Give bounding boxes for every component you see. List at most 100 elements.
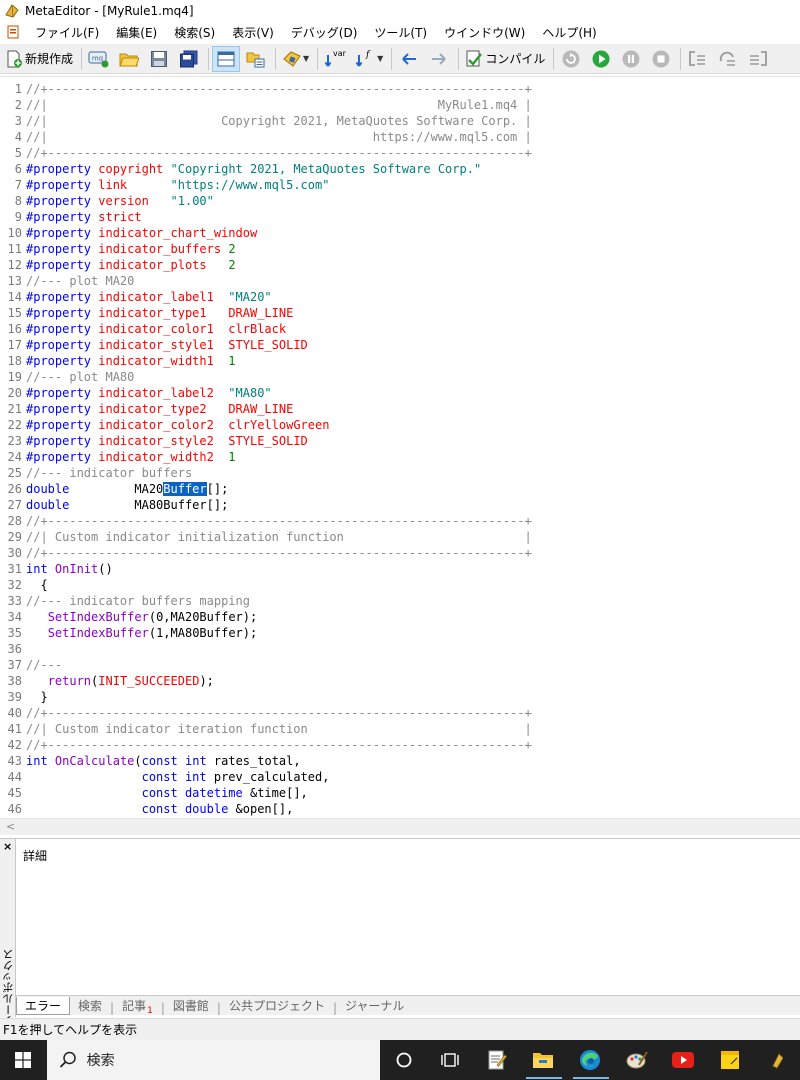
code-line[interactable]: 21 #property indicator_type2 DRAW_LINE xyxy=(0,401,532,417)
code-line[interactable]: 44 const int prev_calculated, xyxy=(0,769,532,785)
start-button[interactable] xyxy=(0,1040,47,1080)
code-line[interactable]: 19 //--- plot MA80 xyxy=(0,369,532,385)
taskbar-app-sticky-notes[interactable] xyxy=(707,1040,754,1080)
tab-articles[interactable]: 記事1 xyxy=(114,997,161,1016)
code-line[interactable]: 36 xyxy=(0,641,532,657)
save-all-button[interactable] xyxy=(175,46,203,72)
code-line[interactable]: 14 #property indicator_label1 "MA20" xyxy=(0,289,532,305)
code-line[interactable]: 13 //--- plot MA20 xyxy=(0,273,532,289)
code-line[interactable]: 33 //--- indicator buffers mapping xyxy=(0,593,532,609)
code-line[interactable]: 23 #property indicator_style2 STYLE_SOLID xyxy=(0,433,532,449)
code-line[interactable]: 37 //--- xyxy=(0,657,532,673)
back-button[interactable] xyxy=(395,46,423,72)
code-line[interactable]: 32 { xyxy=(0,577,532,593)
code-line[interactable]: 3 //| Copyright 2021, MetaQuotes Software… xyxy=(0,113,532,129)
taskbar-app-metaeditor[interactable] xyxy=(474,1040,521,1080)
menu-window[interactable]: ウインドウ(W) xyxy=(435,24,533,41)
code-line[interactable]: 6 #property copyright "Copyright 2021, Me… xyxy=(0,161,532,177)
save-button[interactable] xyxy=(145,46,173,72)
insert-function-button[interactable]: f ▼ xyxy=(351,46,386,72)
code-line[interactable]: 45 const datetime &time[], xyxy=(0,785,532,801)
code-token: MA20 xyxy=(69,482,164,496)
code-token: const double xyxy=(141,802,229,816)
task-view-windows-button[interactable] xyxy=(427,1040,474,1080)
horizontal-scrollbar[interactable]: < xyxy=(0,818,800,835)
stop-debug-button[interactable] xyxy=(647,46,675,72)
code-line[interactable]: 12 #property indicator_plots 2 xyxy=(0,257,532,273)
code-styler-button[interactable] xyxy=(242,46,270,72)
code-line[interactable]: 2 //| MyRule1.mq4 | xyxy=(0,97,532,113)
code-line[interactable]: 20 #property indicator_label2 "MA80" xyxy=(0,385,532,401)
code-line[interactable]: 15 #property indicator_type1 DRAW_LINE xyxy=(0,305,532,321)
tab-search[interactable]: 検索 xyxy=(70,997,110,1015)
start-debug-button[interactable] xyxy=(587,46,615,72)
code-line[interactable]: 31 int OnInit() xyxy=(0,561,532,577)
menu-edit[interactable]: 編集(E) xyxy=(107,24,165,41)
tab-public-projects[interactable]: 公共プロジェクト xyxy=(221,997,333,1015)
menu-file[interactable]: ファイル(F) xyxy=(26,24,107,41)
scroll-left-icon[interactable]: < xyxy=(6,820,15,833)
code-line[interactable]: 40 //+-----------------------------------… xyxy=(0,705,532,721)
tab-library[interactable]: 図書館 xyxy=(165,997,217,1015)
code-line[interactable]: 5 //+------------------------------------… xyxy=(0,145,532,161)
bookmarks-button[interactable]: ▼ xyxy=(279,46,312,72)
menu-help[interactable]: ヘルプ(H) xyxy=(533,24,604,41)
code-line[interactable]: 38 return(INIT_SUCCEEDED); xyxy=(0,673,532,689)
open-button[interactable] xyxy=(115,46,143,72)
menu-search[interactable]: 検索(S) xyxy=(165,24,223,41)
code-line[interactable]: 11 #property indicator_buffers 2 xyxy=(0,241,532,257)
code-line[interactable]: 24 #property indicator_width2 1 xyxy=(0,449,532,465)
document-icon[interactable] xyxy=(6,25,20,39)
insert-variable-button[interactable]: var xyxy=(321,46,349,72)
code-line[interactable]: 43 int OnCalculate(const int rates_total, xyxy=(0,753,532,769)
mql5-storage-button[interactable]: mq xyxy=(85,46,113,72)
step-over-button[interactable] xyxy=(714,46,742,72)
code-line[interactable]: 28 //+-----------------------------------… xyxy=(0,513,532,529)
code-line[interactable]: 39 } xyxy=(0,689,532,705)
taskbar-app-youtube[interactable] xyxy=(660,1040,707,1080)
code-line[interactable]: 29 //| Custom indicator initialization fu… xyxy=(0,529,532,545)
menu-tools[interactable]: ツール(T) xyxy=(365,24,435,41)
code-line[interactable]: 18 #property indicator_width1 1 xyxy=(0,353,532,369)
taskbar-app-edge[interactable] xyxy=(567,1040,614,1080)
code-editor[interactable]: 1 //+------------------------------------… xyxy=(0,76,800,818)
tab-journal[interactable]: ジャーナル xyxy=(337,997,412,1015)
code-line[interactable]: 16 #property indicator_color1 clrBlack xyxy=(0,321,532,337)
code-line[interactable]: 26 double MA20Buffer[]; xyxy=(0,481,532,497)
code-line[interactable]: 4 //| https://www.mql5.com | xyxy=(0,129,532,145)
navigator-toggle-button[interactable] xyxy=(212,45,241,72)
new-button[interactable]: 新規作成 xyxy=(2,46,76,72)
code-line[interactable]: 10 #property indicator_chart_window xyxy=(0,225,532,241)
code-line[interactable]: 46 const double &open[], xyxy=(0,801,532,817)
code-line[interactable]: 42 //+-----------------------------------… xyxy=(0,737,532,753)
taskbar-app-paint[interactable] xyxy=(613,1040,660,1080)
step-out-button[interactable] xyxy=(744,46,772,72)
code-line[interactable]: 7 #property link "https://www.mql5.com" xyxy=(0,177,532,193)
code-line[interactable]: 17 #property indicator_style1 STYLE_SOLID xyxy=(0,337,532,353)
task-view-button[interactable] xyxy=(380,1040,427,1080)
forward-button[interactable] xyxy=(425,46,453,72)
tab-errors[interactable]: エラー xyxy=(16,997,71,1015)
code-line[interactable]: 27 double MA80Buffer[]; xyxy=(0,497,532,513)
compile-button[interactable]: コンパイル xyxy=(462,46,548,72)
variable-icon: var xyxy=(324,49,346,67)
pause-debug-button[interactable] xyxy=(617,46,645,72)
code-line[interactable]: 25 //--- indicator buffers xyxy=(0,465,532,481)
taskbar-app-more[interactable] xyxy=(753,1040,800,1080)
code-line[interactable]: 35 SetIndexBuffer(1,MA80Buffer); xyxy=(0,625,532,641)
code-line[interactable]: 8 #property version "1.00" xyxy=(0,193,532,209)
code-line[interactable]: 9 #property strict xyxy=(0,209,532,225)
code-line[interactable]: 41 //| Custom indicator iteration functio… xyxy=(0,721,532,737)
taskbar-search-box[interactable]: 検索 xyxy=(46,1040,381,1080)
code-line[interactable]: 1 //+------------------------------------… xyxy=(0,81,532,97)
restart-debug-button[interactable] xyxy=(557,46,585,72)
code-line[interactable]: 22 #property indicator_color2 clrYellowGr… xyxy=(0,417,532,433)
menu-view[interactable]: 表示(V) xyxy=(223,24,282,41)
code-line[interactable]: 30 //+-----------------------------------… xyxy=(0,545,532,561)
menu-debug[interactable]: デバッグ(D) xyxy=(282,24,366,41)
step-into-button[interactable] xyxy=(684,46,712,72)
close-icon[interactable]: × xyxy=(3,840,12,853)
code-line[interactable]: 34 SetIndexBuffer(0,MA20Buffer); xyxy=(0,609,532,625)
taskbar-app-file-explorer[interactable] xyxy=(520,1040,567,1080)
